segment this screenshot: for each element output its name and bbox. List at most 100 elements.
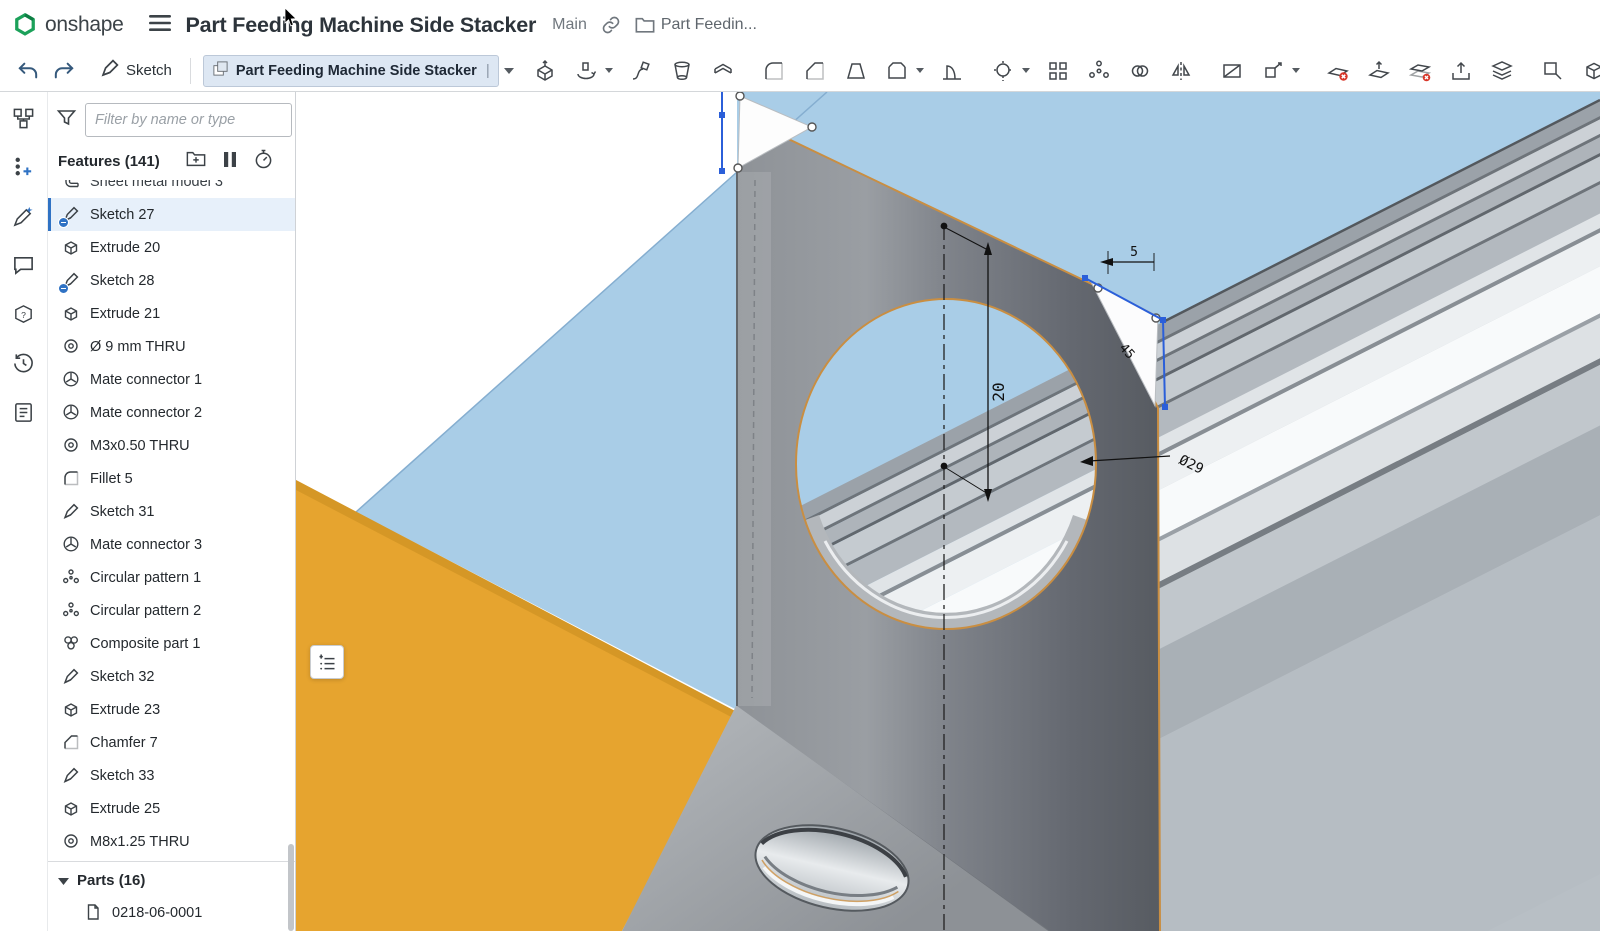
filter-input[interactable] [85,103,292,137]
transform-tool-icon[interactable] [1260,58,1286,84]
linear-pattern-tool-icon[interactable] [1045,58,1071,84]
pause-icon[interactable] [223,151,237,173]
chamfer-tool-icon[interactable] [802,58,828,84]
circular-pattern-tool-icon[interactable] [1086,58,1112,84]
mate-connector-icon [62,403,81,422]
feature-row[interactable]: Circular pattern 2 [48,594,295,627]
list-icon [317,652,337,672]
hole-icon [62,832,81,851]
features-title: Features (141) [58,153,160,170]
circular-pattern-icon [62,568,81,587]
box-surface-tool-icon[interactable] [1581,58,1600,84]
sweep-tool-icon[interactable] [628,58,654,84]
feature-label: Sketch 31 [90,504,155,520]
feature-row-selected[interactable]: Sketch 27 [48,198,295,231]
redo-button[interactable] [50,58,78,84]
undo-button[interactable] [14,58,42,84]
tab-chevron-down-icon[interactable] [504,68,514,74]
loft-tool-icon[interactable] [669,58,695,84]
replace-face-tool-icon[interactable] [1407,58,1433,84]
shell-tool-icon[interactable] [884,58,910,84]
mirror-tool-icon[interactable] [1168,58,1194,84]
part-studio-tab-label: Part Feeding Machine Side Stacker [236,63,477,79]
feature-row[interactable]: Sketch 33 [48,759,295,792]
variables-icon[interactable] [12,155,36,179]
feature-row[interactable]: M8x1.25 THRU [48,825,295,858]
create-folder-icon[interactable] [186,150,206,173]
feature-row[interactable]: Extrude 21 [48,297,295,330]
feature-row[interactable]: Composite part 1 [48,627,295,660]
notes-icon[interactable] [12,400,36,424]
feature-row[interactable]: M3x0.50 THRU [48,429,295,462]
split-tool-icon[interactable] [1219,58,1245,84]
sketch-icon [62,205,81,224]
onshape-logo[interactable]: onshape [12,12,123,38]
draft-tool-icon[interactable] [843,58,869,84]
feature-row[interactable]: Sheet metal model 3 [48,180,295,198]
feature-row[interactable]: Extrude 23 [48,693,295,726]
sketch-button[interactable]: Sketch [100,58,172,83]
custom-feature-icon[interactable] [12,204,36,228]
comments-icon[interactable] [12,253,36,277]
corner-surface-tool-icon[interactable] [1540,58,1566,84]
history-icon[interactable] [12,351,36,375]
feature-row[interactable]: Sketch 32 [48,660,295,693]
extrude-icon [62,238,81,257]
document-title[interactable]: Part Feeding Machine Side Stacker [185,13,536,38]
shell-chevron-down-icon[interactable] [916,68,924,73]
parts-header[interactable]: Parts (16) [48,865,295,896]
feature-row[interactable]: Sketch 31 [48,495,295,528]
feature-row[interactable]: Ø 9 mm THRU [48,330,295,363]
part-row[interactable]: 0218-06-0001 [48,896,295,929]
feature-row[interactable]: Chamfer 7 [48,726,295,759]
feature-label: Sheet metal model 3 [90,180,223,190]
part-studio-tab-icon [212,60,229,82]
onshape-logo-icon [12,12,38,38]
hole-chevron-down-icon[interactable] [1022,68,1030,73]
feature-row[interactable]: Fillet 5 [48,462,295,495]
rib-tool-icon[interactable] [939,58,965,84]
thicken-tool-icon[interactable] [710,58,736,84]
share-link-icon[interactable] [601,15,621,35]
move-face-tool-icon[interactable] [1366,58,1392,84]
panel-scrollbar[interactable] [288,844,294,931]
export-tool-icon[interactable] [1448,58,1474,84]
boolean-tool-icon[interactable] [1127,58,1153,84]
feature-row[interactable]: Mate connector 3 [48,528,295,561]
feature-row[interactable]: Extrude 25 [48,792,295,825]
feature-label: Composite part 1 [90,636,200,652]
feature-row[interactable]: Sketch 28 [48,264,295,297]
branch-label[interactable]: Main [552,16,587,34]
fillet-tool-icon[interactable] [761,58,787,84]
parts-section: Parts (16) 0218-06-0001 [48,861,295,929]
folder-icon[interactable] [635,16,655,34]
feature-label: Mate connector 2 [90,405,202,421]
feature-row[interactable]: Extrude 20 [48,231,295,264]
feature-label: Sketch 27 [90,207,155,223]
sketch-badge [58,217,69,228]
learn-icon[interactable]: ? [12,302,36,326]
filter-funnel-icon[interactable] [56,108,77,133]
revolve-chevron-down-icon[interactable] [605,68,613,73]
extrude-tool-icon[interactable] [532,58,558,84]
viewport-tree-toggle-button[interactable] [310,645,344,679]
tool-icons [532,58,1600,84]
feature-row[interactable]: Mate connector 2 [48,396,295,429]
delete-face-tool-icon[interactable] [1325,58,1351,84]
feature-row[interactable]: Circular pattern 1 [48,561,295,594]
feature-row[interactable]: Mate connector 1 [48,363,295,396]
folder-breadcrumb[interactable]: Part Feedin... [661,16,757,34]
surface-stack-tool-icon[interactable] [1489,58,1515,84]
features-list-icon[interactable] [12,106,36,130]
extrude-icon [62,799,81,818]
top-bar: onshape Part Feeding Machine Side Stacke… [0,0,1600,50]
part-studio-tab[interactable]: Part Feeding Machine Side Stacker | [203,55,499,87]
hamburger-menu-icon[interactable] [149,14,171,37]
stopwatch-icon[interactable] [254,149,273,174]
revolve-tool-icon[interactable] [573,58,599,84]
sketch-pencil-icon [100,58,120,83]
transform-chevron-down-icon[interactable] [1292,68,1300,73]
hole-tool-icon[interactable] [990,58,1016,84]
graphics-viewport[interactable]: 20 5 45 Ø29 [296,92,1600,931]
feature-label: Extrude 25 [90,801,160,817]
